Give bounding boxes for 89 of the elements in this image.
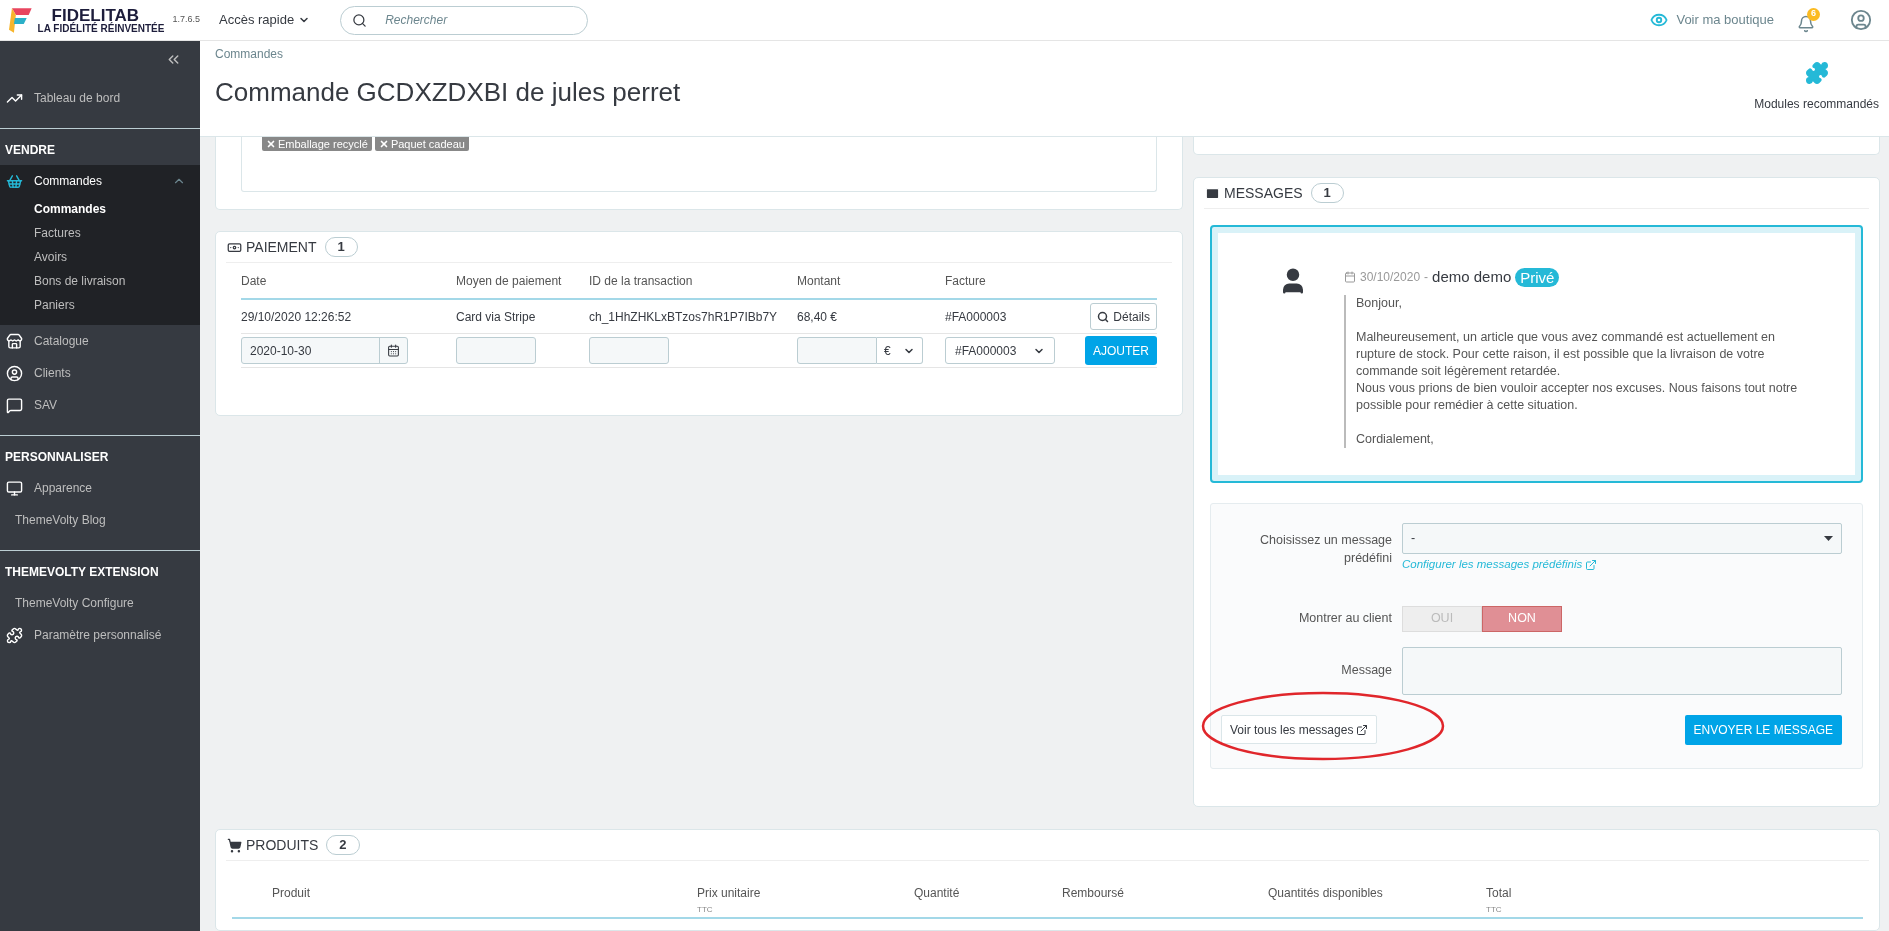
- message-text: Bonjour,: [1356, 294, 1403, 312]
- message-field[interactable]: [1402, 646, 1842, 695]
- table-cell-text: ch_1HhZHKLxBTzos7hR1P7IBb7Y: [589, 308, 779, 326]
- tag: Paquet cadeau: [374, 137, 469, 151]
- column-header: ID de la transaction: [589, 272, 694, 290]
- basket-icon: [6, 172, 23, 190]
- search-icon: [352, 12, 368, 28]
- quick-access-dropdown[interactable]: Accès rapide: [219, 10, 311, 30]
- section-heading: THEMEVOLTY EXTENSION: [4, 564, 160, 581]
- sidebar-item[interactable]: Clients: [0, 357, 200, 389]
- monitor-icon: [6, 479, 23, 497]
- separator: -: [1424, 269, 1429, 287]
- page-title: Commande GCDXZDXBI de jules perret: [215, 76, 682, 109]
- logo-mark-icon: [8, 6, 34, 34]
- sidebar-item[interactable]: Commandes: [0, 165, 200, 197]
- amount-field[interactable]: [797, 337, 877, 364]
- sidebar-subitem[interactable]: Avoirs: [0, 245, 200, 269]
- panel-title: MESSAGES: [1224, 183, 1303, 203]
- sidebar-subitem[interactable]: Paniers: [0, 293, 200, 317]
- message-text: Nous vous prions de bien vouloir accepter nos excuses. Nous faisons tout notre possible pour remédier à cette situation.: [1356, 379, 1799, 414]
- currency-select[interactable]: €: [877, 337, 923, 364]
- chat-icon: [6, 396, 23, 414]
- sidebar-item[interactable]: SAV: [0, 389, 200, 421]
- sidebar-item[interactable]: ThemeVolty Configure: [0, 587, 200, 619]
- sidebar-item[interactable]: Paramètre personnalisé: [0, 619, 200, 651]
- calendar-icon: [1344, 271, 1356, 284]
- private-badge: Privé: [1515, 267, 1560, 287]
- table-cell-text: 68,40 €: [797, 308, 839, 326]
- panel-title: PAIEMENT: [246, 237, 317, 257]
- account-icon[interactable]: [1850, 9, 1872, 31]
- message-date: 30/10/2020: [1360, 269, 1421, 287]
- column-header: Produit: [272, 885, 312, 902]
- column-header: Montant: [797, 272, 842, 290]
- column-subheader: TTC: [1486, 904, 1503, 916]
- column-header: Quantités disponibles: [1268, 885, 1384, 902]
- sidebar-subitem[interactable]: Commandes: [0, 197, 200, 221]
- column-header: Facture: [945, 272, 987, 290]
- column-header: Total: [1486, 885, 1513, 902]
- column-subheader: TTC: [697, 904, 714, 916]
- external-link-icon: [1356, 723, 1369, 736]
- user-circle-icon: [6, 364, 23, 382]
- sidebar-subitem[interactable]: Bons de livraison: [0, 269, 200, 293]
- sidebar-item[interactable]: Tableau de bord: [0, 82, 200, 114]
- table-cell-text: Card via Stripe: [456, 308, 537, 326]
- view-shop-link[interactable]: Voir ma boutique: [1650, 10, 1774, 30]
- remove-icon[interactable]: [266, 139, 276, 149]
- recommended-modules-button[interactable]: Modules recommandés: [1754, 41, 1889, 136]
- cart-icon: [227, 837, 242, 853]
- tag: Emballage recyclé: [262, 137, 372, 151]
- column-header: Quantité: [914, 885, 961, 902]
- message-text: Cordialement,: [1356, 430, 1435, 448]
- view-all-messages-button[interactable]: Voir tous les messages: [1221, 715, 1378, 745]
- search-icon: [1097, 310, 1110, 323]
- sidebar-item[interactable]: ThemeVolty Blog: [0, 504, 200, 536]
- field-label: Message: [1340, 661, 1392, 679]
- remove-icon[interactable]: [378, 139, 389, 149]
- column-header: Prix unitaire: [697, 885, 762, 902]
- notification-badge: 6: [1807, 7, 1820, 21]
- sidebar-subitem[interactable]: Factures: [0, 221, 200, 245]
- section-heading: VENDRE: [4, 142, 56, 159]
- payment-method-field[interactable]: [456, 337, 536, 364]
- external-link-icon: [1585, 558, 1598, 571]
- table-cell-text: 29/10/2020 12:26:52: [241, 308, 353, 326]
- date-field[interactable]: 2020-10-30: [241, 337, 408, 364]
- field-label: Montrer au client: [1297, 610, 1392, 628]
- store-icon: [6, 332, 23, 350]
- section-heading: PERSONNALISER: [4, 449, 110, 466]
- panel-title: PRODUITS: [246, 835, 319, 855]
- eye-icon: [1650, 11, 1669, 29]
- message-text: Malheureusement, un article que vous avez commandé est actuellement en rupture de stock. Pour cette raison, il est possible que la livraison de votre commande soit légèrement retardée.: [1356, 328, 1776, 380]
- message-author: demo demo: [1432, 267, 1512, 287]
- column-header: Date: [241, 272, 268, 290]
- sidebar-item[interactable]: Catalogue: [0, 325, 200, 357]
- column-header: Moyen de paiement: [456, 272, 563, 290]
- version-label: 1.7.6.5: [172, 13, 200, 27]
- search-field[interactable]: Rechercher: [340, 5, 589, 35]
- calendar-icon[interactable]: [387, 344, 400, 357]
- caret-icon: [1824, 536, 1833, 541]
- breadcrumb[interactable]: Commandes: [215, 45, 1755, 63]
- sidebar-item[interactable]: Apparence: [0, 472, 200, 504]
- logo-tagline: LA FIDÉLITÉ RÉINVENTÉE: [37, 23, 165, 34]
- invoice-select[interactable]: #FA000003: [945, 337, 1055, 364]
- table-cell-text: #FA000003: [945, 308, 1008, 326]
- column-header: Remboursé: [1062, 885, 1126, 902]
- bell-icon: [1797, 14, 1815, 33]
- predefined-message-select[interactable]: -: [1402, 523, 1842, 554]
- details-button[interactable]: Détails: [1090, 303, 1157, 330]
- field-label: Choisissez un message prédéfini: [1259, 532, 1392, 567]
- transaction-id-field[interactable]: [589, 337, 669, 364]
